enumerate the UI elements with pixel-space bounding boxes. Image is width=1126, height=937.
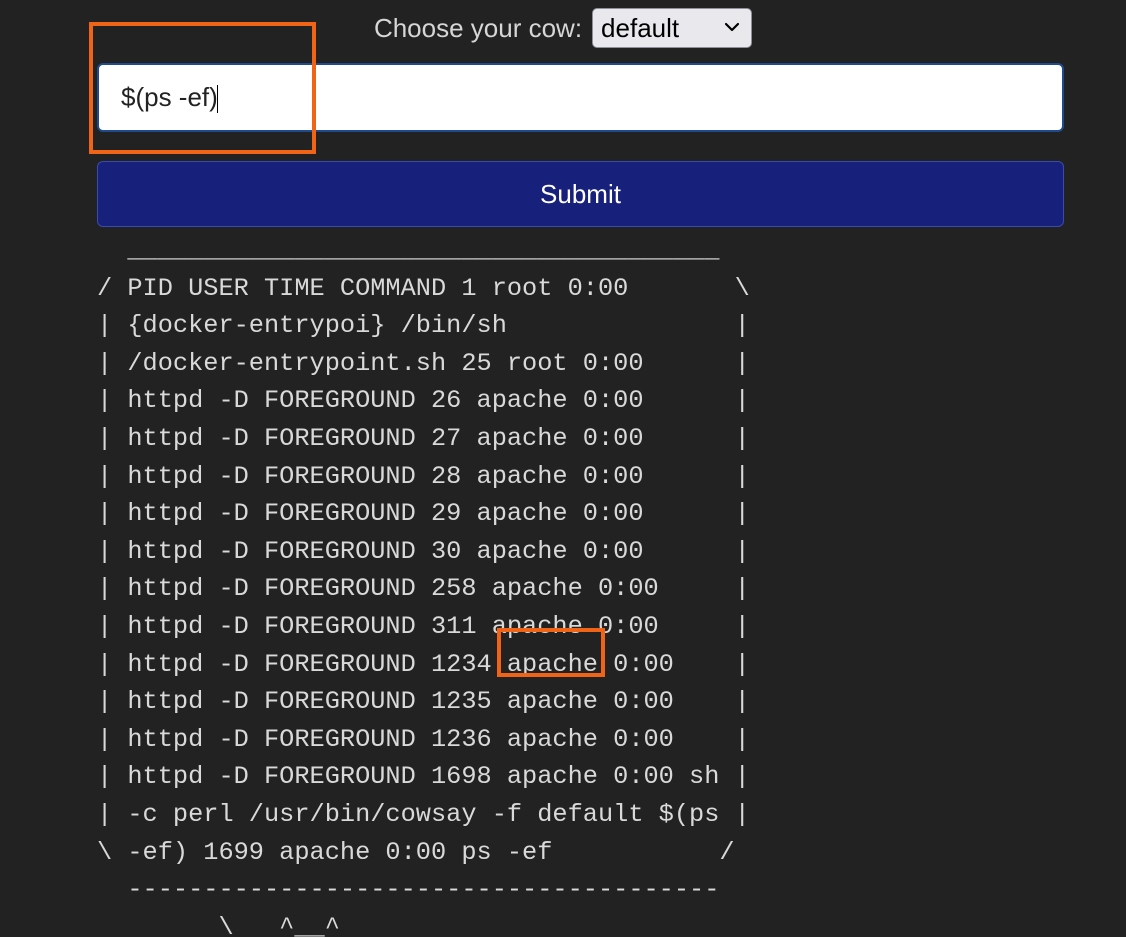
submit-button[interactable]: Submit [97,161,1064,227]
cow-selector-label: Choose your cow: [373,13,583,43]
message-input[interactable]: $(ps -ef) [97,63,1064,132]
page: Choose your cow: default $(ps -ef) Submi… [0,0,1126,937]
chevron-down-icon [724,22,740,32]
text-cursor [216,85,218,114]
cow-select-value: default [601,13,680,43]
cowsay-output: _______________________________________ … [97,236,750,937]
message-input-value: $(ps -ef) [121,82,218,112]
cow-selector-row: Choose your cow: default [0,7,1126,49]
cow-select-dropdown[interactable]: default [592,8,753,48]
